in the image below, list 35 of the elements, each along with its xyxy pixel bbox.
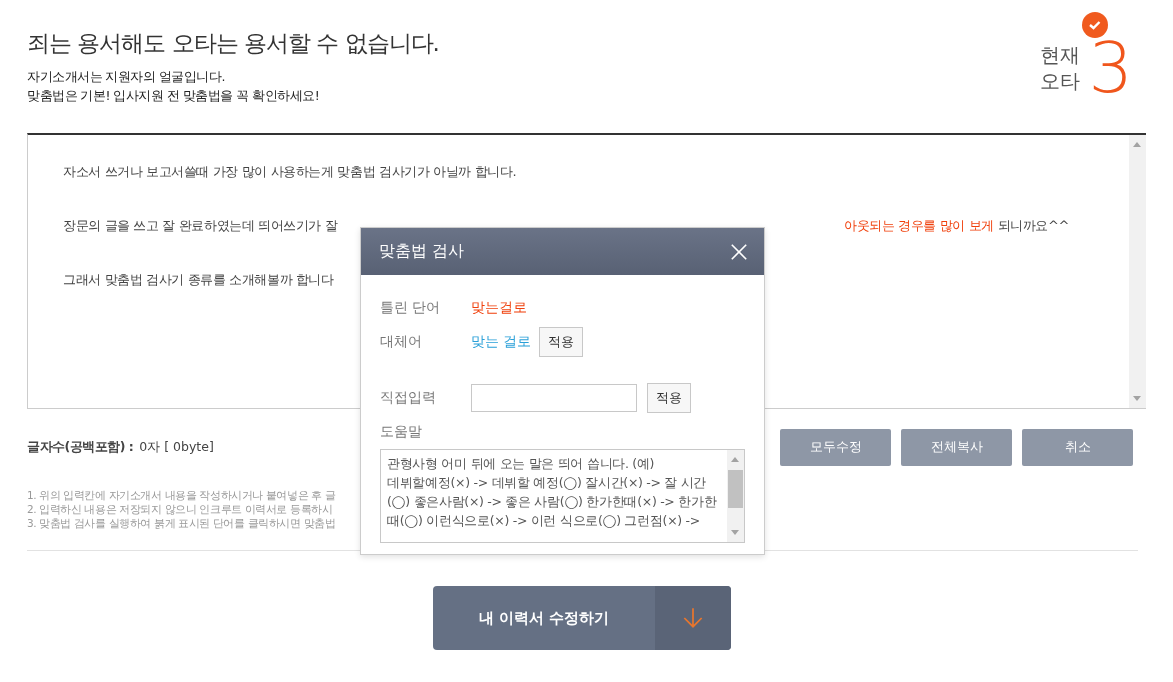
error-text: 아웃되는 경우를 많이 보게 xyxy=(844,217,994,235)
field-label: 도움말 xyxy=(380,423,423,441)
char-count-value: 0자 [ 0byte] xyxy=(139,439,214,456)
editor-text: 되니까요^^ xyxy=(996,217,1069,235)
scrollbar[interactable] xyxy=(727,450,744,542)
close-icon[interactable] xyxy=(730,242,748,261)
editor-text: 장문의 글을 쓰고 잘 완료하였는데 띄어쓰기가 잘 xyxy=(63,217,338,235)
field-label: 직접입력 xyxy=(380,389,437,407)
apply-button[interactable]: 적용 xyxy=(647,383,691,413)
subtitle: 자기소개서는 지원자의 얼굴입니다. xyxy=(27,68,226,86)
subtitle: 맞춤법은 기본! 입사지원 전 맞춤법을 꼭 확인하세요! xyxy=(27,87,321,105)
action-button[interactable]: 취소 xyxy=(1022,429,1133,466)
editor-text: 그래서 맞춤법 검사기 종류를 소개해볼까 합니다 xyxy=(63,271,334,289)
check-badge-icon xyxy=(1082,12,1109,38)
field-label: 대체어 xyxy=(380,333,423,351)
action-button[interactable]: 전체복사 xyxy=(901,429,1012,466)
note-text: 1. 위의 입력칸에 자기소개서 내용을 작성하시거나 붙여넣은 후 글 xyxy=(27,488,336,502)
editor-text: 자소서 쓰거나 보고서쓸때 가장 많이 사용하는게 맞춤법 검사기가 아닐까 합니다. xyxy=(63,163,517,181)
dialog-title: 맞춤법 검사 xyxy=(379,241,465,262)
wrong-word: 맞는걸로 xyxy=(471,299,527,317)
field-label: 틀린 단어 xyxy=(380,299,442,317)
action-button[interactable]: 모두수정 xyxy=(780,429,891,466)
counter-label: 오타 xyxy=(1040,67,1081,94)
note-text: 3. 맞춤법 검사를 실행하여 붉게 표시된 단어를 클릭하시면 맞춤법 xyxy=(27,516,336,530)
replacement-word[interactable]: 맞는 걸로 xyxy=(471,333,532,351)
edit-resume-button[interactable]: 내 이력서 수정하기 xyxy=(433,586,731,650)
error-count: 3 xyxy=(1088,32,1133,103)
page-title: 죄는 용서해도 오타는 용서할 수 없습니다. xyxy=(27,29,439,58)
note-text: 2. 입력하신 내용은 저장되지 않으니 인크루트 이력서로 등록하시 xyxy=(27,502,333,516)
input-field[interactable] xyxy=(471,384,637,412)
help-text: 관형사형 어미 뒤에 오는 말은 띄어 씁니다. (예) 데뷔할예정(×) -> 데뷔할 예정(◯) 잘시간(×) -> 잘 시간(◯) 좋은사람(×) -> 좋은 사람(◯) 한가한때(×) -> 한가한 때(◯) 이런식으로(×) -> 이런 식으로(◯) 그런점(×) -> xyxy=(386,455,718,530)
counter-label: 현재 xyxy=(1040,41,1081,68)
apply-button[interactable]: 적용 xyxy=(539,327,584,357)
char-count-label: 글자수(공백포함) : xyxy=(27,439,134,456)
scrollbar[interactable] xyxy=(1129,135,1146,408)
